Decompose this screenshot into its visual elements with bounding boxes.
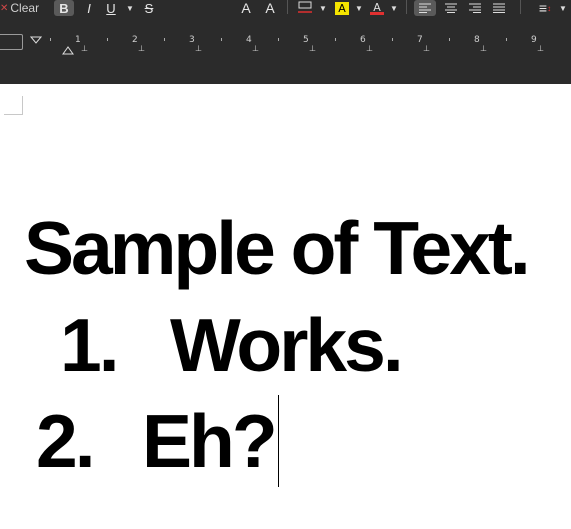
grow-font-icon: A	[241, 0, 251, 16]
clear-formatting-icon: ✕	[0, 2, 9, 14]
ruler-tick	[49, 38, 51, 41]
font-color-icon: A	[370, 1, 384, 15]
align-left-button[interactable]	[414, 0, 436, 16]
tab-stop-marker[interactable]: ⊥	[195, 44, 202, 53]
toolbar-separator	[520, 0, 521, 14]
line-spacing-button[interactable]: ≡ ↕	[534, 0, 556, 16]
italic-icon: I	[87, 0, 91, 16]
ruler-number: 9	[531, 35, 537, 45]
ruler-tick	[106, 38, 108, 41]
tab-stop-marker[interactable]: ⊥	[480, 44, 487, 53]
ruler-tick	[163, 38, 165, 41]
formatting-toolbar-area: ✕ Clear B I U ▼ S A A ▼ A ▼ A ▼ ≡ ↕ ▼ 1 …	[0, 0, 571, 84]
tab-stop-marker[interactable]: ⊥	[81, 44, 88, 53]
text-cursor	[278, 395, 279, 487]
ruler-number: 1	[75, 35, 81, 45]
ruler-number: 3	[189, 35, 195, 45]
ruler-tick	[505, 38, 507, 41]
highlight-color-button[interactable]: A	[332, 0, 352, 16]
toolbar: ✕ Clear B I U ▼ S A A ▼ A ▼ A ▼ ≡ ↕ ▼	[0, 0, 571, 18]
justify-button[interactable]	[488, 0, 510, 16]
align-center-button[interactable]	[440, 0, 462, 16]
toolbar-separator	[287, 0, 288, 14]
shrink-font-button[interactable]: A	[260, 0, 280, 16]
grow-font-button[interactable]: A	[236, 0, 256, 16]
chevron-down-icon: ▼	[126, 3, 134, 13]
ruler[interactable]: 1 ⊥ 2 ⊥ 3 ⊥ 4 ⊥ 5 ⊥ 6 ⊥ 7 ⊥ 8 ⊥ 9 ⊥	[0, 26, 571, 56]
page-margin-corner	[4, 96, 23, 115]
ruler-tick	[334, 38, 336, 41]
highlight-dropdown[interactable]: ▼	[354, 0, 364, 16]
ruler-scale: 1 ⊥ 2 ⊥ 3 ⊥ 4 ⊥ 5 ⊥ 6 ⊥ 7 ⊥ 8 ⊥ 9 ⊥	[49, 26, 571, 56]
font-color-button[interactable]: A	[367, 0, 387, 16]
align-right-button[interactable]	[464, 0, 486, 16]
clear-label: Clear	[10, 1, 40, 15]
tab-stop-marker[interactable]: ⊥	[423, 44, 430, 53]
character-spacing-dropdown[interactable]: ▼	[318, 0, 328, 16]
italic-button[interactable]: I	[80, 0, 98, 16]
chevron-down-icon: ▼	[319, 3, 327, 13]
tab-stop-marker[interactable]: ⊥	[537, 44, 544, 53]
ruler-tick	[220, 38, 222, 41]
ruler-number: 4	[246, 35, 252, 45]
highlight-icon: A	[335, 2, 349, 15]
list-item-1-text[interactable]: Works.	[170, 302, 404, 388]
list-marker-1: 1.	[60, 303, 120, 387]
character-spacing-icon	[298, 1, 312, 13]
justify-icon	[493, 3, 505, 13]
document-title[interactable]: Sample of Text.	[24, 205, 531, 291]
ruler-number: 2	[132, 35, 138, 45]
bold-icon: B	[59, 0, 69, 16]
ruler-number: 5	[303, 35, 309, 45]
tab-stop-marker[interactable]: ⊥	[309, 44, 316, 53]
toolbar-separator	[406, 0, 407, 14]
ruler-tick	[277, 38, 279, 41]
line-spacing-icon: ≡	[538, 0, 548, 16]
strikethrough-button[interactable]: S	[140, 0, 158, 16]
chevron-down-icon: ▼	[355, 3, 363, 13]
character-spacing-button[interactable]	[294, 0, 316, 16]
clear-formatting-button[interactable]: ✕ Clear	[0, 0, 44, 16]
ruler-number: 7	[417, 35, 423, 45]
chevron-down-icon: ▼	[390, 3, 398, 13]
ruler-tick	[448, 38, 450, 41]
svg-text:A: A	[338, 2, 346, 15]
tab-stop-marker[interactable]: ⊥	[366, 44, 373, 53]
ruler-number: 6	[360, 35, 366, 45]
shrink-font-icon: A	[265, 0, 275, 16]
ruler-tick	[391, 38, 393, 41]
tab-stop-marker[interactable]: ⊥	[252, 44, 259, 53]
list-marker-2: 2.	[36, 399, 96, 483]
bold-button[interactable]: B	[54, 0, 74, 16]
underline-button[interactable]: U	[102, 0, 120, 16]
underline-icon: U	[106, 0, 116, 16]
chevron-down-icon: ▼	[559, 3, 567, 13]
line-spacing-dropdown[interactable]: ▼	[558, 0, 568, 16]
list-item-2-text[interactable]: Eh?	[142, 398, 278, 484]
align-right-icon	[469, 3, 481, 13]
underline-options-dropdown[interactable]: ▼	[124, 0, 136, 16]
line-spacing-arrows-icon: ↕	[547, 3, 552, 13]
strikethrough-icon: S	[144, 0, 154, 16]
tab-stop-marker[interactable]: ⊥	[138, 44, 145, 53]
align-center-icon	[445, 3, 457, 13]
align-left-icon	[419, 3, 431, 13]
ruler-number: 8	[474, 35, 480, 45]
font-color-dropdown[interactable]: ▼	[389, 0, 399, 16]
